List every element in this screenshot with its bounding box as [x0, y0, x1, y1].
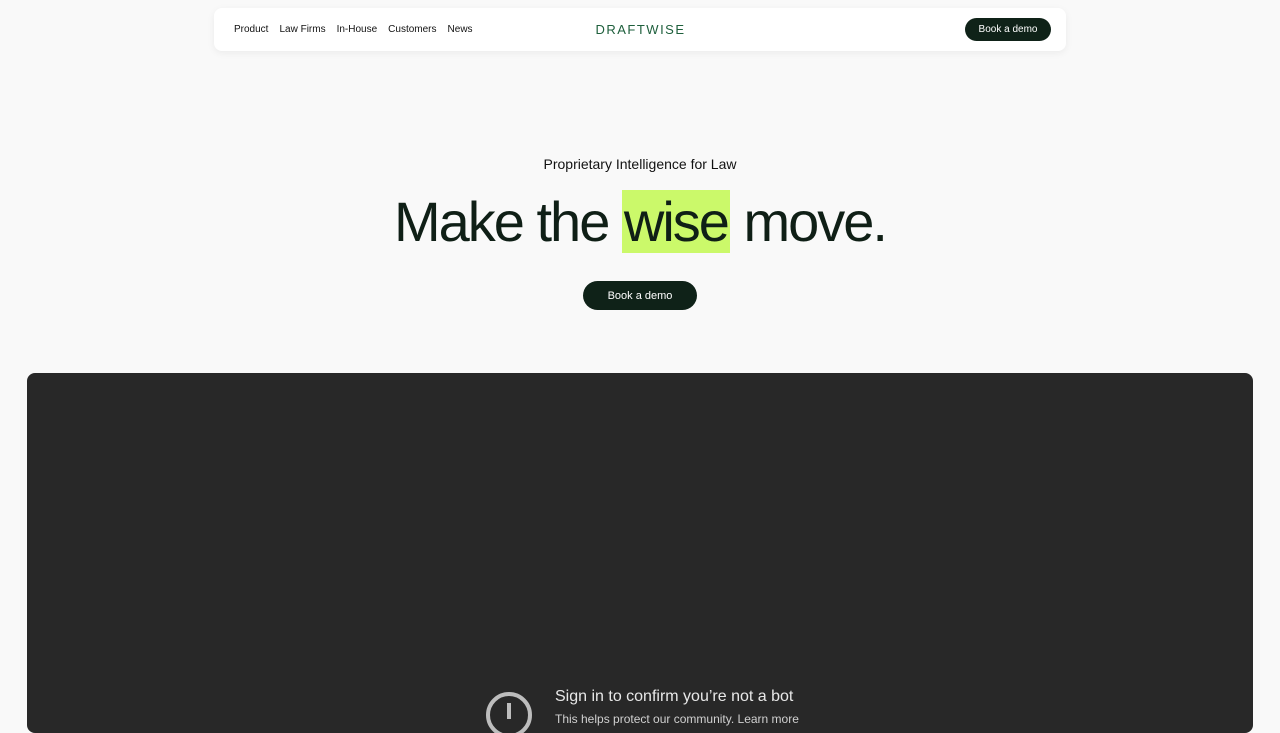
hero-book-demo-button[interactable]: Book a demo: [583, 281, 697, 310]
bot-check-title: Sign in to confirm you’re not a bot: [555, 688, 794, 705]
nav-link-in-house[interactable]: In-House: [337, 24, 378, 35]
nav-link-news[interactable]: News: [448, 24, 473, 35]
nav-link-product[interactable]: Product: [234, 24, 268, 35]
logo[interactable]: DRAFTWISE: [594, 8, 687, 51]
nav-link-law-firms[interactable]: Law Firms: [279, 24, 325, 35]
hero-eyebrow: Proprietary Intelligence for Law: [543, 156, 737, 172]
video-embed[interactable]: Sign in to confirm you’re not a bot This…: [27, 373, 1253, 733]
headline-pre: Make the: [394, 190, 622, 253]
bot-check-text: This helps protect our community. Learn …: [555, 712, 799, 726]
learn-more-link[interactable]: Learn more: [738, 712, 799, 726]
nav-book-demo-button[interactable]: Book a demo: [965, 18, 1051, 41]
bot-check-description: This helps protect our community.: [555, 712, 735, 726]
top-nav: Product Law Firms In-House Customers New…: [214, 8, 1066, 51]
hero-headline: Make the wise move.: [0, 190, 1280, 254]
headline-highlight: wise: [621, 190, 730, 253]
nav-link-customers[interactable]: Customers: [388, 24, 436, 35]
headline-post: move.: [729, 190, 888, 253]
info-circle-icon: [486, 692, 532, 733]
nav-links: Product Law Firms In-House Customers New…: [234, 8, 473, 51]
